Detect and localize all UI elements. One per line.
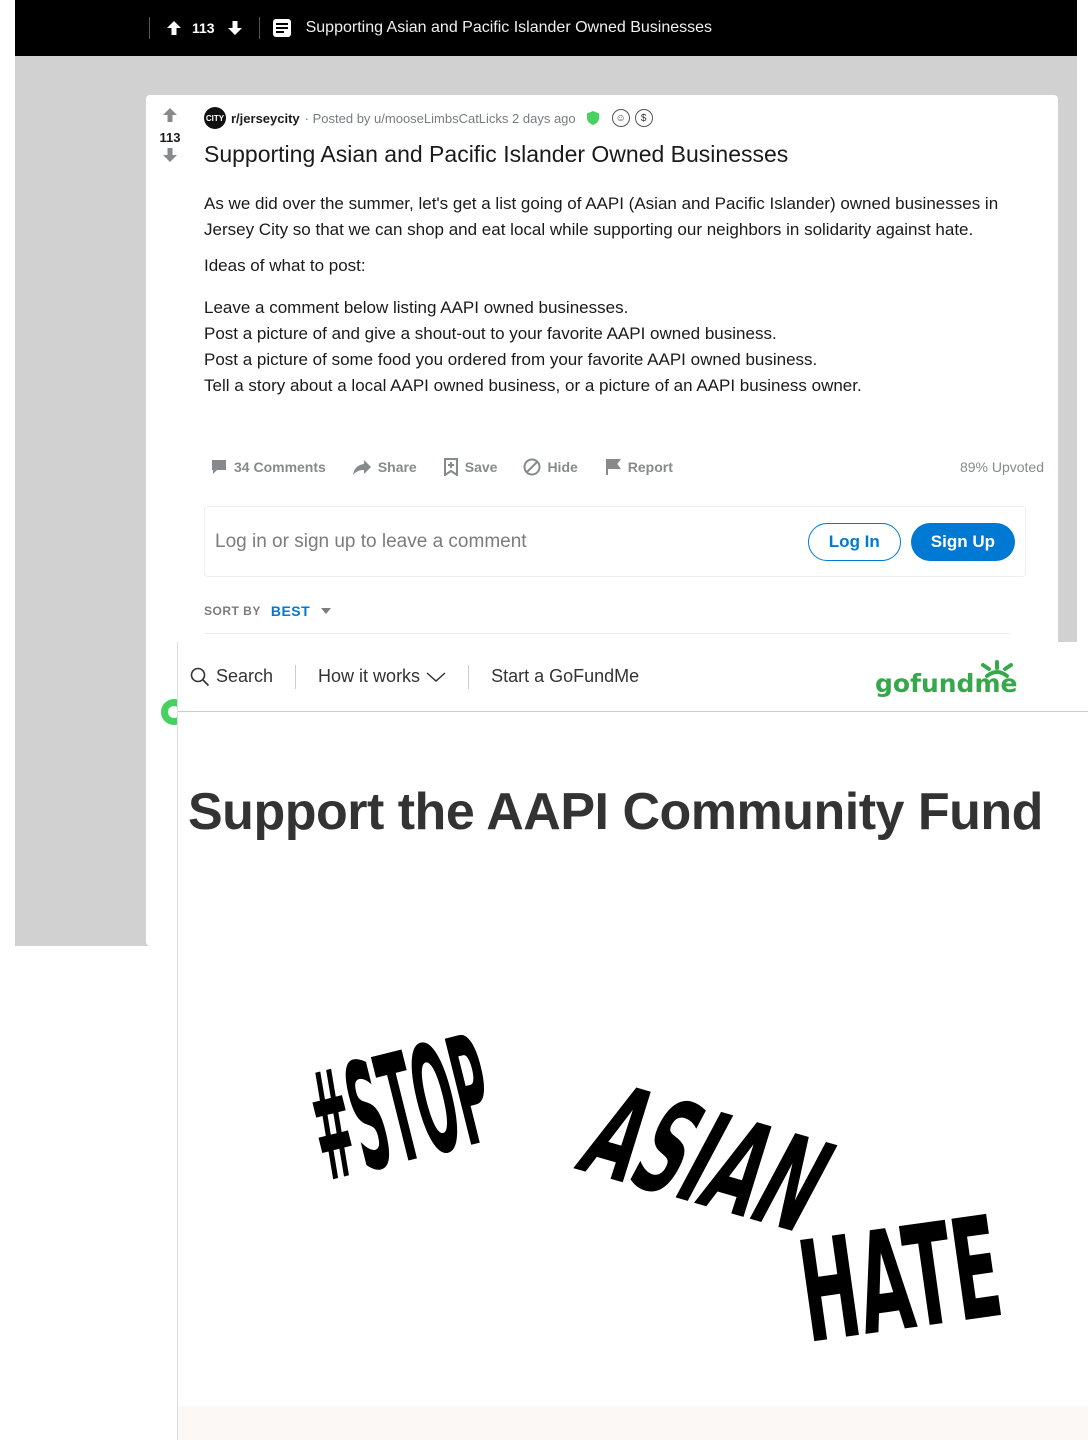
chevron-down-icon[interactable] bbox=[320, 607, 332, 615]
how-it-works-label: How it works bbox=[318, 666, 421, 686]
save-button[interactable]: Save bbox=[443, 458, 498, 476]
upvote-ratio: 89% Upvoted bbox=[959, 459, 1044, 475]
search-icon bbox=[190, 667, 210, 686]
vote-count: 113 bbox=[159, 130, 181, 145]
image-text-hate: HATE bbox=[790, 1185, 1011, 1375]
downvote-icon[interactable] bbox=[227, 20, 243, 36]
start-gofundme-link[interactable]: Start a GoFundMe bbox=[491, 666, 639, 687]
login-button[interactable]: Log In bbox=[807, 522, 901, 561]
bookmark-icon bbox=[443, 458, 458, 476]
list-item: Tell a story about a local AAPI owned bu… bbox=[204, 376, 862, 395]
idea-list: Leave a comment below listing AAPI owned… bbox=[204, 295, 1044, 399]
sort-value[interactable]: BEST bbox=[271, 603, 310, 619]
start-gofundme-label: Start a GoFundMe bbox=[491, 666, 640, 686]
page-footer-strip bbox=[178, 1406, 1088, 1440]
chevron-down-icon bbox=[426, 671, 446, 682]
reddit-topbar: 113 Supporting Asian and Pacific Islande… bbox=[15, 0, 1077, 56]
report-label: Report bbox=[627, 459, 673, 475]
post-actions: 34 Comments Share Save Hide Report 89% U… bbox=[204, 455, 1044, 479]
share-label: Share bbox=[377, 459, 417, 475]
campaign-image: #STOP ASIAN HATE bbox=[188, 896, 1083, 1406]
list-item: Leave a comment below listing AAPI owned… bbox=[204, 298, 629, 317]
mod-shield-icon bbox=[586, 111, 599, 125]
hide-icon bbox=[523, 458, 541, 476]
topbar-divider bbox=[149, 17, 150, 39]
subreddit-avatar[interactable]: CITY bbox=[204, 107, 226, 129]
comment-prompt-box: Log in or sign up to leave a comment Log… bbox=[204, 506, 1026, 577]
topbar-divider bbox=[258, 17, 260, 39]
award-icon[interactable]: $ bbox=[634, 109, 653, 127]
post-title: Supporting Asian and Pacific Islander Ow… bbox=[204, 141, 789, 167]
nav-divider bbox=[295, 664, 297, 689]
downvote-icon[interactable] bbox=[162, 147, 178, 163]
topbar-vote-count: 113 bbox=[192, 20, 215, 36]
post-paragraph: As we did over the summer, let's get a l… bbox=[204, 194, 999, 239]
image-text-stop: #STOP bbox=[293, 1003, 510, 1216]
comment-icon bbox=[212, 460, 226, 474]
list-item: Post a picture of and give a shout-out t… bbox=[204, 324, 777, 343]
sort-control[interactable]: SORT BY BEST bbox=[204, 603, 332, 619]
divider bbox=[204, 633, 1010, 634]
vote-column: 113 bbox=[146, 107, 194, 168]
search-link[interactable]: Search bbox=[190, 666, 273, 687]
posted-by[interactable]: · Posted by u/mooseLimbsCatLicks 2 days … bbox=[305, 111, 576, 126]
hide-label: Hide bbox=[547, 459, 578, 475]
post-text-icon bbox=[272, 19, 291, 37]
share-button[interactable]: Share bbox=[352, 458, 417, 476]
post-body: As we did over the summer, let's get a l… bbox=[204, 191, 1044, 399]
post-meta: CITY r/jerseycity · Posted by u/mooseLim… bbox=[204, 107, 653, 129]
save-label: Save bbox=[464, 459, 498, 475]
upvote-icon[interactable] bbox=[166, 20, 182, 36]
screenshot-collage: 113 Supporting Asian and Pacific Islande… bbox=[0, 0, 1088, 1440]
topbar-post-title[interactable]: Supporting Asian and Pacific Islander Ow… bbox=[306, 19, 712, 37]
search-label: Search bbox=[216, 666, 274, 686]
gofundme-screenshot: Search How it works Start a GoFundMe gof… bbox=[178, 642, 1088, 1440]
hide-button[interactable]: Hide bbox=[523, 458, 578, 476]
gofundme-logo[interactable]: gofundme bbox=[875, 654, 1025, 698]
comments-label: 34 Comments bbox=[234, 459, 326, 475]
award-icon[interactable]: ☺ bbox=[611, 109, 630, 127]
report-button[interactable]: Report bbox=[604, 458, 673, 476]
comments-button[interactable]: 34 Comments bbox=[210, 458, 326, 476]
post-paragraph: Ideas of what to post: bbox=[204, 256, 366, 275]
comment-prompt-text: Log in or sign up to leave a comment bbox=[215, 530, 527, 552]
how-it-works-menu[interactable]: How it works bbox=[318, 666, 446, 687]
flag-icon bbox=[605, 459, 621, 475]
campaign-title: Support the AAPI Community Fund bbox=[188, 783, 1043, 841]
sort-label: SORT BY bbox=[204, 604, 261, 618]
share-icon bbox=[352, 460, 371, 475]
signup-button[interactable]: Sign Up bbox=[910, 522, 1015, 561]
subreddit-link[interactable]: r/jerseycity bbox=[231, 111, 300, 126]
upvote-icon[interactable] bbox=[162, 107, 178, 123]
nav-divider bbox=[468, 664, 470, 689]
list-item: Post a picture of some food you ordered … bbox=[204, 350, 818, 369]
